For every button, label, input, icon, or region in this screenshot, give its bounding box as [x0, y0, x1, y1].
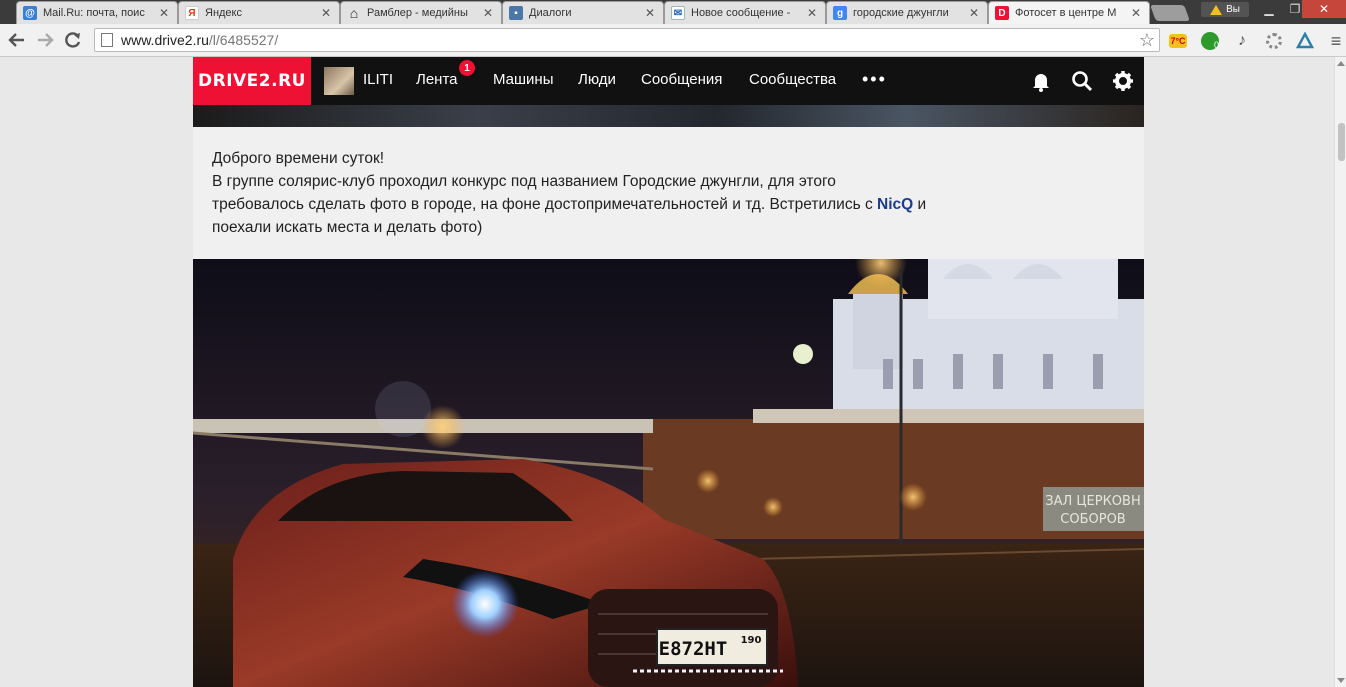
yandex-icon: Я	[185, 6, 199, 20]
url-host: www.drive2.ru	[121, 32, 209, 48]
reload-button[interactable]	[63, 30, 83, 50]
browser-toolbar: www.drive2.ru/l/6485527/ ☆ 7°C 0 ♪ ≡	[0, 24, 1346, 57]
tab-title: Новое сообщение -	[691, 7, 791, 19]
more-menu-button[interactable]: •••	[862, 69, 887, 90]
nav-communities[interactable]: Сообщества	[749, 71, 836, 88]
google-icon: g	[833, 6, 847, 20]
tab-title: Фотосет в центре М	[1015, 7, 1117, 19]
close-icon[interactable]: ✕	[645, 6, 657, 20]
tab-rambler[interactable]: ⌂ Рамблер - медийны ✕	[340, 1, 502, 24]
site-header: DRIVE2.RU ILITI Лента 1 Машины Люди Сооб…	[193, 57, 1144, 105]
close-icon[interactable]: ✕	[321, 6, 333, 20]
music-extension-icon[interactable]: ♪	[1232, 31, 1252, 51]
close-icon[interactable]: ✕	[483, 6, 495, 20]
username-link[interactable]: ILITI	[363, 71, 393, 88]
weather-extension[interactable]: 7°C	[1168, 31, 1188, 51]
feed-badge: 1	[459, 60, 475, 76]
sign-text: ЗАЛ ЦЕРКОВН	[1045, 494, 1140, 509]
nav-feed[interactable]: Лента	[416, 71, 458, 88]
page-icon	[101, 33, 113, 47]
post-text: Доброго времени суток! В группе солярис-…	[193, 127, 1144, 259]
mailru-icon: @	[23, 6, 37, 20]
bell-icon[interactable]	[1029, 69, 1053, 93]
chat-icon: ▪	[509, 6, 523, 20]
license-plate-region: 190	[741, 635, 762, 646]
film-extension-icon[interactable]	[1264, 31, 1284, 51]
back-arrow-icon	[8, 33, 24, 47]
profile-label: Вы	[1226, 4, 1240, 15]
post-line-text: требовалось сделать фото в городе, на фо…	[212, 196, 878, 213]
post-greeting: Доброго времени суток!	[212, 150, 385, 167]
address-bar[interactable]: www.drive2.ru/l/6485527/ ☆	[94, 28, 1160, 52]
tab-title: городские джунгли	[853, 7, 949, 19]
site-logo[interactable]: DRIVE2.RU	[193, 57, 311, 105]
tab-title: Mail.Ru: почта, поис	[43, 7, 145, 19]
nav-cars[interactable]: Машины	[493, 71, 553, 88]
home-icon: ⌂	[349, 5, 359, 21]
url-path: /l/6485527/	[208, 32, 279, 48]
close-icon[interactable]: ✕	[807, 6, 819, 20]
warning-icon	[1210, 4, 1223, 15]
tab-mailru[interactable]: @ Mail.Ru: почта, поис ✕	[16, 1, 178, 24]
back-button[interactable]	[7, 30, 27, 50]
sign-text: СОБОРОВ	[1060, 512, 1125, 527]
nav-messages[interactable]: Сообщения	[641, 71, 722, 88]
avatar[interactable]	[324, 67, 354, 95]
minimize-button[interactable]: ▁	[1256, 0, 1282, 18]
page-viewport: DRIVE2.RU ILITI Лента 1 Машины Люди Сооб…	[0, 57, 1334, 687]
tab-title: Яндекс	[205, 7, 242, 19]
post-line: поехали искать места и делать фото)	[212, 219, 483, 236]
bookmark-star-icon[interactable]: ☆	[1139, 30, 1155, 51]
profile-button[interactable]: Вы	[1201, 2, 1249, 17]
user-mention-link[interactable]: NicQ	[877, 196, 913, 213]
close-icon[interactable]: ✕	[1131, 6, 1143, 20]
tab-drive2[interactable]: D Фотосет в центре М ✕	[988, 1, 1150, 24]
license-plate-number: Е872НТ	[659, 638, 728, 660]
browser-tab-strip: @ Mail.Ru: почта, поис ✕ Я Яндекс ✕ ⌂ Ра…	[0, 0, 1346, 24]
tab-title: Диалоги	[529, 7, 572, 19]
tab-new-message[interactable]: ✉ Новое сообщение - ✕	[664, 1, 826, 24]
scroll-up-arrow-icon[interactable]	[1337, 61, 1345, 66]
tab-yandex[interactable]: Я Яндекс ✕	[178, 1, 340, 24]
scroll-down-arrow-icon[interactable]	[1337, 678, 1345, 683]
drive2-icon: D	[995, 6, 1009, 20]
post-line: В группе солярис-клуб проходил конкурс п…	[212, 173, 836, 190]
forward-button[interactable]	[35, 30, 55, 50]
close-icon[interactable]: ✕	[969, 6, 981, 20]
close-icon[interactable]: ✕	[159, 6, 171, 20]
tab-title: Рамблер - медийны	[367, 7, 468, 19]
weather-badge: 7°C	[1169, 34, 1187, 48]
extension-count: 0	[1201, 32, 1219, 50]
new-tab-button[interactable]	[1150, 5, 1190, 21]
page-scrollbar[interactable]	[1334, 57, 1346, 687]
mail-icon: ✉	[671, 6, 685, 20]
triangle-extension-icon[interactable]	[1295, 31, 1315, 51]
forward-arrow-icon	[38, 33, 54, 47]
post-photo[interactable]: ЗАЛ ЦЕРКОВН СОБОРОВ Е872НТ 190	[193, 259, 1144, 687]
extension-green[interactable]: 0	[1200, 31, 1220, 51]
post-line: требовалось сделать фото в городе, на фо…	[212, 193, 1125, 216]
window-close-button[interactable]: ✕	[1302, 0, 1346, 18]
tab-dialogs[interactable]: ▪ Диалоги ✕	[502, 1, 664, 24]
tab-google[interactable]: g городские джунгли ✕	[826, 1, 988, 24]
menu-icon[interactable]: ≡	[1326, 31, 1346, 51]
post-line-text: и	[913, 196, 927, 213]
search-icon[interactable]	[1070, 69, 1094, 93]
nav-people[interactable]: Люди	[578, 71, 616, 88]
scroll-thumb[interactable]	[1338, 123, 1345, 161]
cover-image-strip	[193, 105, 1144, 127]
reload-icon	[65, 32, 81, 48]
gear-icon[interactable]	[1111, 69, 1135, 93]
